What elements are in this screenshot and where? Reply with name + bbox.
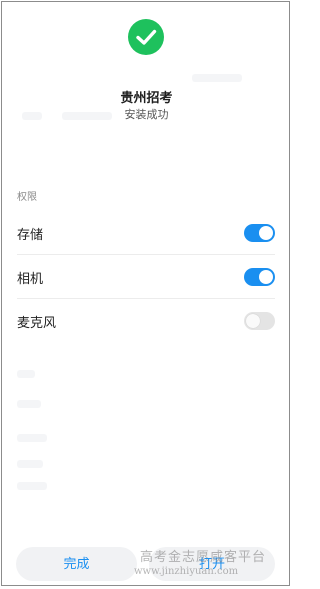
faint-artifact (192, 74, 242, 82)
permission-row-storage: 存储 (17, 211, 275, 255)
permission-label: 麦克风 (17, 316, 57, 331)
watermark-text: 高考金志愿咸客平台 (140, 550, 267, 565)
toggle-knob (259, 226, 273, 240)
camera-toggle[interactable] (244, 268, 275, 286)
faint-artifact (22, 112, 42, 120)
faint-artifact (17, 434, 47, 442)
faint-artifact (17, 460, 43, 468)
watermark-url: www.jinzhiyuan.com (134, 566, 239, 577)
toggle-knob (246, 314, 260, 328)
install-result-screen: 贵州招考 安装成功 权限 存储 相机 麦克风 完成 打开 高考金志愿咸客平台 w… (1, 1, 290, 586)
faint-artifact (17, 482, 47, 490)
toggle-knob (259, 270, 273, 284)
permission-label: 存储 (17, 228, 44, 243)
permission-row-camera: 相机 (17, 255, 275, 299)
install-status: 安装成功 (124, 108, 169, 121)
done-button[interactable]: 完成 (16, 547, 137, 581)
storage-toggle[interactable] (244, 224, 275, 242)
faint-artifact (17, 400, 41, 408)
success-check-icon (128, 19, 164, 55)
faint-artifact (17, 370, 35, 378)
permission-row-microphone: 麦克风 (17, 299, 275, 343)
app-name: 贵州招考 (120, 91, 173, 106)
permission-label: 相机 (17, 272, 44, 287)
faint-artifact (62, 112, 112, 120)
microphone-toggle[interactable] (244, 312, 275, 330)
permissions-section-title: 权限 (17, 192, 37, 203)
